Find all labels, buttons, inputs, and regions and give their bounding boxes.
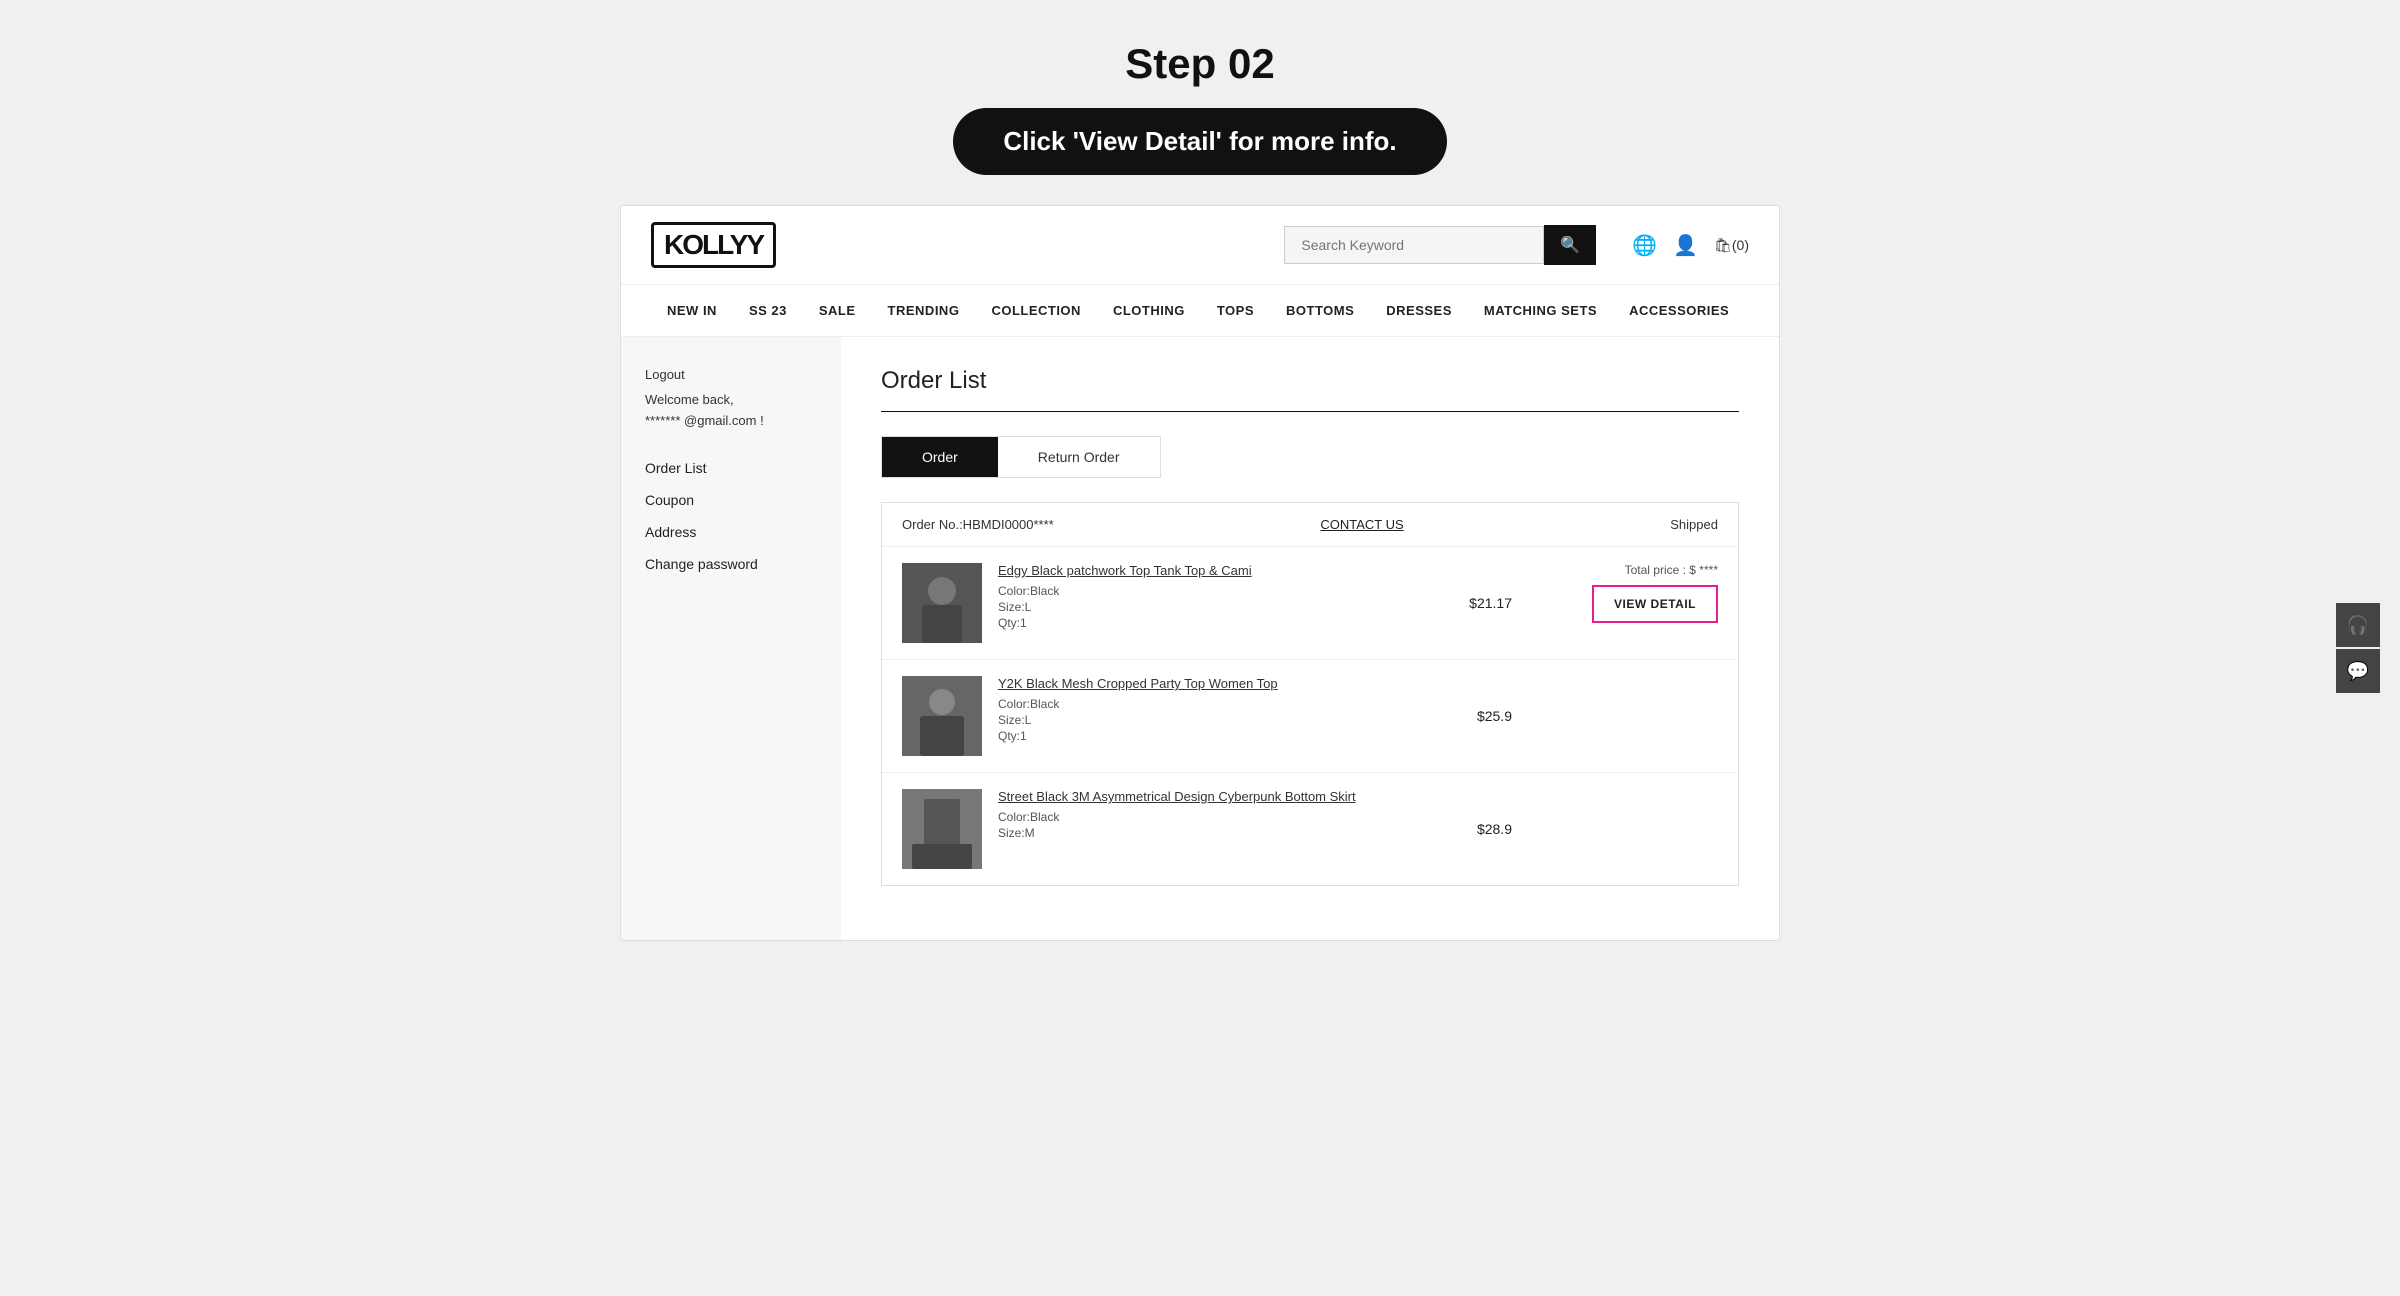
product-name-3[interactable]: Street Black 3M Asymmetrical Design Cybe… [998, 789, 1431, 804]
page-title: Order List [881, 367, 1739, 395]
headphone-button[interactable]: 🎧 [2336, 603, 2380, 647]
sidebar-welcome: Welcome back, [645, 392, 817, 407]
chat-button[interactable]: 💬 [2336, 649, 2380, 693]
content-area: Logout Welcome back, ******* @gmail.com … [621, 337, 1779, 940]
order-tabs: Order Return Order [881, 436, 1161, 478]
nav-item-ss23[interactable]: SS 23 [733, 285, 803, 336]
order-item: Edgy Black patchwork Top Tank Top & Cami… [882, 547, 1738, 660]
sidebar-item-order-list[interactable]: Order List [645, 452, 817, 484]
tab-return-order[interactable]: Return Order [998, 437, 1160, 477]
product-size-1: Size:L [998, 600, 1423, 614]
sidebar-email: ******* @gmail.com ! [645, 413, 817, 428]
total-price-label-1: Total price : $ **** [1625, 563, 1718, 577]
order-status: Shipped [1670, 517, 1718, 532]
instruction-area: Step 02 Click 'View Detail' for more inf… [0, 0, 2400, 205]
nav-item-accessories[interactable]: ACCESSORIES [1613, 285, 1745, 336]
search-icon: 🔍 [1560, 237, 1580, 254]
product-name-2[interactable]: Y2K Black Mesh Cropped Party Top Women T… [998, 676, 1431, 691]
product-price-2: $25.9 [1447, 708, 1542, 724]
product-size-2: Size:L [998, 713, 1431, 727]
nav-item-tops[interactable]: TOPS [1201, 285, 1270, 336]
globe-icon[interactable]: 🌐 [1632, 233, 1657, 258]
contact-us-link[interactable]: CONTACT US [1320, 517, 1403, 532]
product-size-3: Size:M [998, 826, 1431, 840]
sidebar-item-address[interactable]: Address [645, 516, 817, 548]
nav-item-bottoms[interactable]: BOTTOMS [1270, 285, 1370, 336]
order-item-2: Y2K Black Mesh Cropped Party Top Women T… [882, 660, 1738, 773]
site-wrapper: KOLLYY 🔍 🌐 👤 🛍(0) NEW IN SS 23 SALE TREN… [620, 205, 1780, 941]
product-image-1 [902, 563, 982, 643]
sidebar-item-change-password[interactable]: Change password [645, 548, 817, 580]
search-input[interactable] [1284, 226, 1544, 264]
main-content: Order List Order Return Order Order No.:… [841, 337, 1779, 940]
chat-icon: 💬 [2347, 661, 2369, 682]
product-price-3: $28.9 [1447, 821, 1542, 837]
step-title: Step 02 [20, 40, 2380, 88]
site-navigation: NEW IN SS 23 SALE TRENDING COLLECTION CL… [621, 285, 1779, 337]
product-color-1: Color:Black [998, 584, 1423, 598]
title-divider [881, 411, 1739, 412]
product-color-2: Color:Black [998, 697, 1431, 711]
nav-item-trending[interactable]: TRENDING [872, 285, 976, 336]
nav-item-new-in[interactable]: NEW IN [651, 285, 733, 336]
sidebar: Logout Welcome back, ******* @gmail.com … [621, 337, 841, 940]
product-name-1[interactable]: Edgy Black patchwork Top Tank Top & Cami [998, 563, 1423, 578]
product-info-1: Edgy Black patchwork Top Tank Top & Cami… [998, 563, 1423, 632]
order-card-header: Order No.:HBMDI0000**** CONTACT US Shipp… [882, 503, 1738, 547]
sidebar-logout[interactable]: Logout [645, 367, 817, 382]
user-icon[interactable]: 👤 [1673, 233, 1698, 258]
search-button[interactable]: 🔍 [1544, 225, 1596, 265]
product-color-3: Color:Black [998, 810, 1431, 824]
product-info-2: Y2K Black Mesh Cropped Party Top Women T… [998, 676, 1431, 745]
view-detail-area-1: Total price : $ **** VIEW DETAIL [1558, 563, 1718, 623]
order-card: Order No.:HBMDI0000**** CONTACT US Shipp… [881, 502, 1739, 886]
sidebar-menu: Order List Coupon Address Change passwor… [645, 452, 817, 580]
nav-item-sale[interactable]: SALE [803, 285, 872, 336]
product-qty-2: Qty:1 [998, 729, 1431, 743]
step-subtitle: Click 'View Detail' for more info. [953, 108, 1446, 175]
order-item-3: Street Black 3M Asymmetrical Design Cybe… [882, 773, 1738, 885]
product-info-3: Street Black 3M Asymmetrical Design Cybe… [998, 789, 1431, 842]
tab-order[interactable]: Order [882, 437, 998, 477]
cart-icon[interactable]: 🛍(0) [1714, 237, 1749, 254]
product-qty-1: Qty:1 [998, 616, 1423, 630]
order-number: Order No.:HBMDI0000**** [902, 517, 1054, 532]
header-icons: 🌐 👤 🛍(0) [1632, 233, 1749, 258]
product-image-2 [902, 676, 982, 756]
nav-item-collection[interactable]: COLLECTION [975, 285, 1097, 336]
product-image-3 [902, 789, 982, 869]
nav-list: NEW IN SS 23 SALE TRENDING COLLECTION CL… [651, 285, 1749, 336]
headphone-icon: 🎧 [2347, 615, 2369, 636]
header-search: 🔍 [1284, 225, 1596, 265]
float-buttons: 🎧 💬 [2336, 603, 2380, 693]
nav-item-clothing[interactable]: CLOTHING [1097, 285, 1201, 336]
product-price-1: $21.17 [1439, 595, 1542, 611]
site-logo[interactable]: KOLLYY [651, 222, 776, 268]
view-detail-button-1[interactable]: VIEW DETAIL [1592, 585, 1718, 623]
nav-item-matching-sets[interactable]: MATCHING SETS [1468, 285, 1613, 336]
site-header: KOLLYY 🔍 🌐 👤 🛍(0) [621, 206, 1779, 285]
nav-item-dresses[interactable]: DRESSES [1370, 285, 1468, 336]
sidebar-item-coupon[interactable]: Coupon [645, 484, 817, 516]
